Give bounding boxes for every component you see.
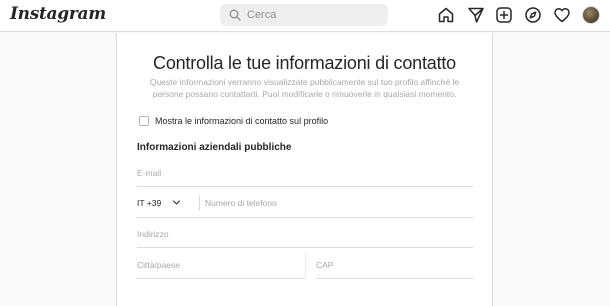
address-field-container [137,218,473,248]
heart-icon[interactable] [553,6,571,24]
contact-info-card: Controlla le tue informazioni di contatt… [116,33,493,306]
paper-plane-icon[interactable] [467,6,485,24]
email-field-container [137,157,473,187]
top-navigation-bar: Instagram [0,0,610,32]
show-contact-info-row[interactable]: Mostra le informazioni di contatto sul p… [139,115,328,127]
show-contact-info-checkbox[interactable] [139,116,149,126]
profile-avatar[interactable] [582,6,600,24]
country-code-select[interactable]: IT +39 [137,188,199,217]
postal-code-field-container [316,249,473,279]
address-field[interactable] [137,218,473,247]
page-title: Controlla le tue informazioni di contatt… [153,53,456,73]
search-icon [229,9,241,21]
search-input[interactable] [247,4,382,26]
phone-divider [199,195,200,211]
show-contact-info-label[interactable]: Mostra le informazioni di contatto sul p… [155,116,328,126]
chevron-down-icon [173,200,181,205]
home-icon[interactable] [437,6,455,24]
city-field[interactable] [137,249,305,278]
city-field-container [137,249,305,279]
postal-code-field[interactable] [316,249,473,278]
section-heading: Informazioni aziendali pubbliche [137,142,292,153]
page-description: Queste informazioni verranno visualizzat… [149,77,460,99]
search-box[interactable] [220,4,388,26]
phone-field-container: IT +39 [137,188,473,218]
phone-number-field[interactable] [205,188,471,217]
country-code-value: IT +39 [137,197,162,208]
new-post-icon[interactable] [495,6,513,24]
explore-compass-icon[interactable] [524,6,542,24]
instagram-logo[interactable]: Instagram [10,4,106,24]
city-cap-divider [305,253,306,277]
email-field[interactable] [137,157,473,186]
